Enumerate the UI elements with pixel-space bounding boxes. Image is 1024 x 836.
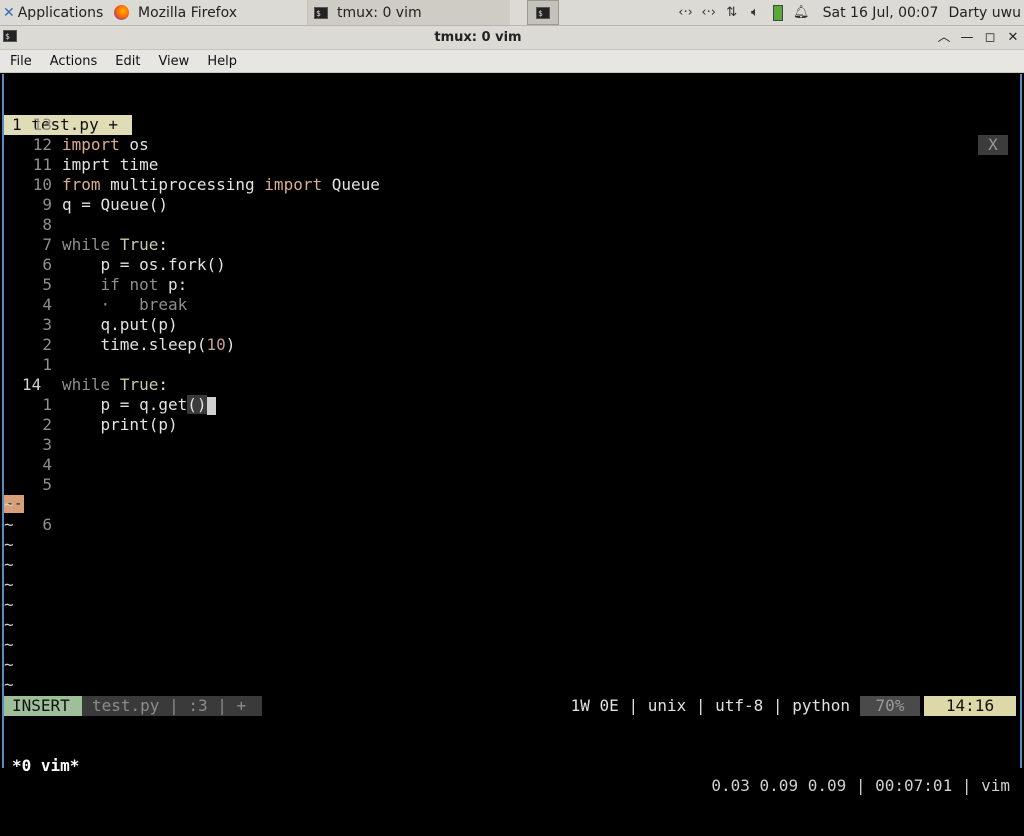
network-vpn-icon[interactable]: ‹·› [697, 5, 720, 20]
volume-icon[interactable]: 🔈︎ [743, 5, 766, 20]
code-line: 7 p = os.fork() [4, 215, 1020, 274]
firefox-icon [114, 5, 129, 20]
code-line: 5 [4, 455, 1020, 494]
taskbar-item-label: Mozilla Firefox [138, 4, 238, 21]
network-transfer-icon[interactable]: ⇅ [720, 5, 743, 20]
code-line: 4 [4, 435, 1020, 474]
window-title: tmux: 0 vim [434, 30, 522, 45]
statusline-percent: 70% [860, 696, 920, 716]
maximize-button[interactable]: ◻ [979, 26, 1001, 49]
empty-line-tilde: ~ [4, 655, 14, 674]
vim-tabline: 1 test.py + X [4, 75, 1020, 155]
code-line: 11 from multiprocessing import Queue [4, 135, 1020, 194]
statusline-cursor-position: 14:16 [924, 696, 1016, 716]
tmux-status-right: 0.03 0.09 0.09 | 00:07:01 | vim [711, 776, 1010, 795]
empty-line-tilde: ~ [4, 615, 14, 634]
taskbar-item-tmux[interactable]: $ tmux: 0 vim [308, 0, 510, 25]
tmux-statusbar: *0 vim* 0.03 0.09 0.09 | 00:07:01 | vim [4, 736, 1020, 795]
code-line: 1 print(p) [4, 375, 1020, 434]
code-line: 2 [4, 315, 1020, 354]
code-line: 9 [4, 175, 1020, 214]
tmux-window-tab[interactable]: *0 vim* [12, 756, 79, 776]
empty-line-tilde: ~ [4, 495, 14, 514]
close-button[interactable]: ✕ [1002, 26, 1024, 49]
statusline-filename: test.py | :3 | + [82, 696, 262, 716]
code-line: 12 imprt time [4, 115, 1020, 174]
menu-view[interactable]: View [148, 54, 197, 69]
top-panel: ✕ Applications ⋮ Mozilla Firefox $ tmux:… [0, 0, 1024, 26]
code-line: 3 [4, 415, 1020, 454]
code-line: 6 if not p: [4, 235, 1020, 294]
empty-line-tilde: ~ [4, 595, 14, 614]
code-line-current: 14 p = q.get() [4, 355, 1020, 415]
empty-line-tilde: ~ [4, 515, 14, 534]
terminal-icon: $ [536, 6, 550, 19]
menu-help[interactable]: Help [197, 54, 245, 69]
mode-indicator: INSERT [4, 696, 82, 716]
terminal-launcher-button[interactable]: $ [527, 0, 559, 25]
notification-bell-icon[interactable]: 🔔︎ [790, 5, 813, 20]
empty-line-tilde: ~ [4, 535, 14, 554]
code-line: 8 while True: [4, 195, 1020, 254]
code-line: 5 · break [4, 255, 1020, 314]
menu-edit[interactable]: Edit [105, 54, 148, 69]
code-line: 1 while True: [4, 335, 1020, 394]
applications-menu-button[interactable]: ✕ Applications ⋮ [0, 0, 108, 25]
code-line: 3 time.sleep(10) [4, 295, 1020, 354]
menu-actions[interactable]: Actions [40, 54, 106, 69]
empty-line-tilde: ~ [4, 575, 14, 594]
empty-line-tilde: ~ [4, 555, 14, 574]
terminal-icon: $ [314, 6, 328, 19]
statusline-file-info: 1W 0E | unix | utf-8 | python [570, 696, 850, 715]
taskbar-item-firefox[interactable]: Mozilla Firefox [108, 0, 308, 25]
code-line: 10 q = Queue() [4, 155, 1020, 214]
empty-line-tilde: ~ [4, 675, 14, 694]
minimize-button[interactable]: — [956, 26, 978, 49]
user-menu[interactable]: Darty uwu [948, 5, 1021, 21]
code-line: 2 [4, 395, 1020, 434]
vim-statusline: INSERT test.py | :3 | + 1W 0E | unix | u… [4, 696, 1020, 716]
clock[interactable]: Sat 16 Jul, 00:07 [823, 5, 939, 21]
xfce-logo-icon: ✕ [3, 4, 15, 21]
system-tray: ‹·› ‹·› ⇅ 🔈︎ 🔔︎ Sat 16 Jul, 00:07 Darty … [674, 0, 1024, 25]
menu-file[interactable]: File [0, 54, 40, 69]
window-titlebar[interactable]: $ tmux: 0 vim ︿ — ◻ ✕ [0, 26, 1024, 50]
battery-icon[interactable] [766, 4, 789, 21]
code-line: 4 q.put(p) [4, 275, 1020, 334]
empty-line-tilde: ~ [4, 635, 14, 654]
menubar: File Actions Edit View Help [0, 50, 1024, 73]
taskbar-item-label: tmux: 0 vim [337, 4, 422, 21]
code-line: -- 6 [4, 475, 1020, 534]
code-line: 13 import os [4, 95, 1020, 154]
terminal-area[interactable]: 1 test.py + X 13 import os 12 imprt time… [2, 74, 1022, 795]
network-wired-icon[interactable]: ‹·› [674, 5, 697, 20]
maximize-up-button[interactable]: ︿ [933, 26, 955, 49]
applications-label: Applications [17, 4, 104, 21]
